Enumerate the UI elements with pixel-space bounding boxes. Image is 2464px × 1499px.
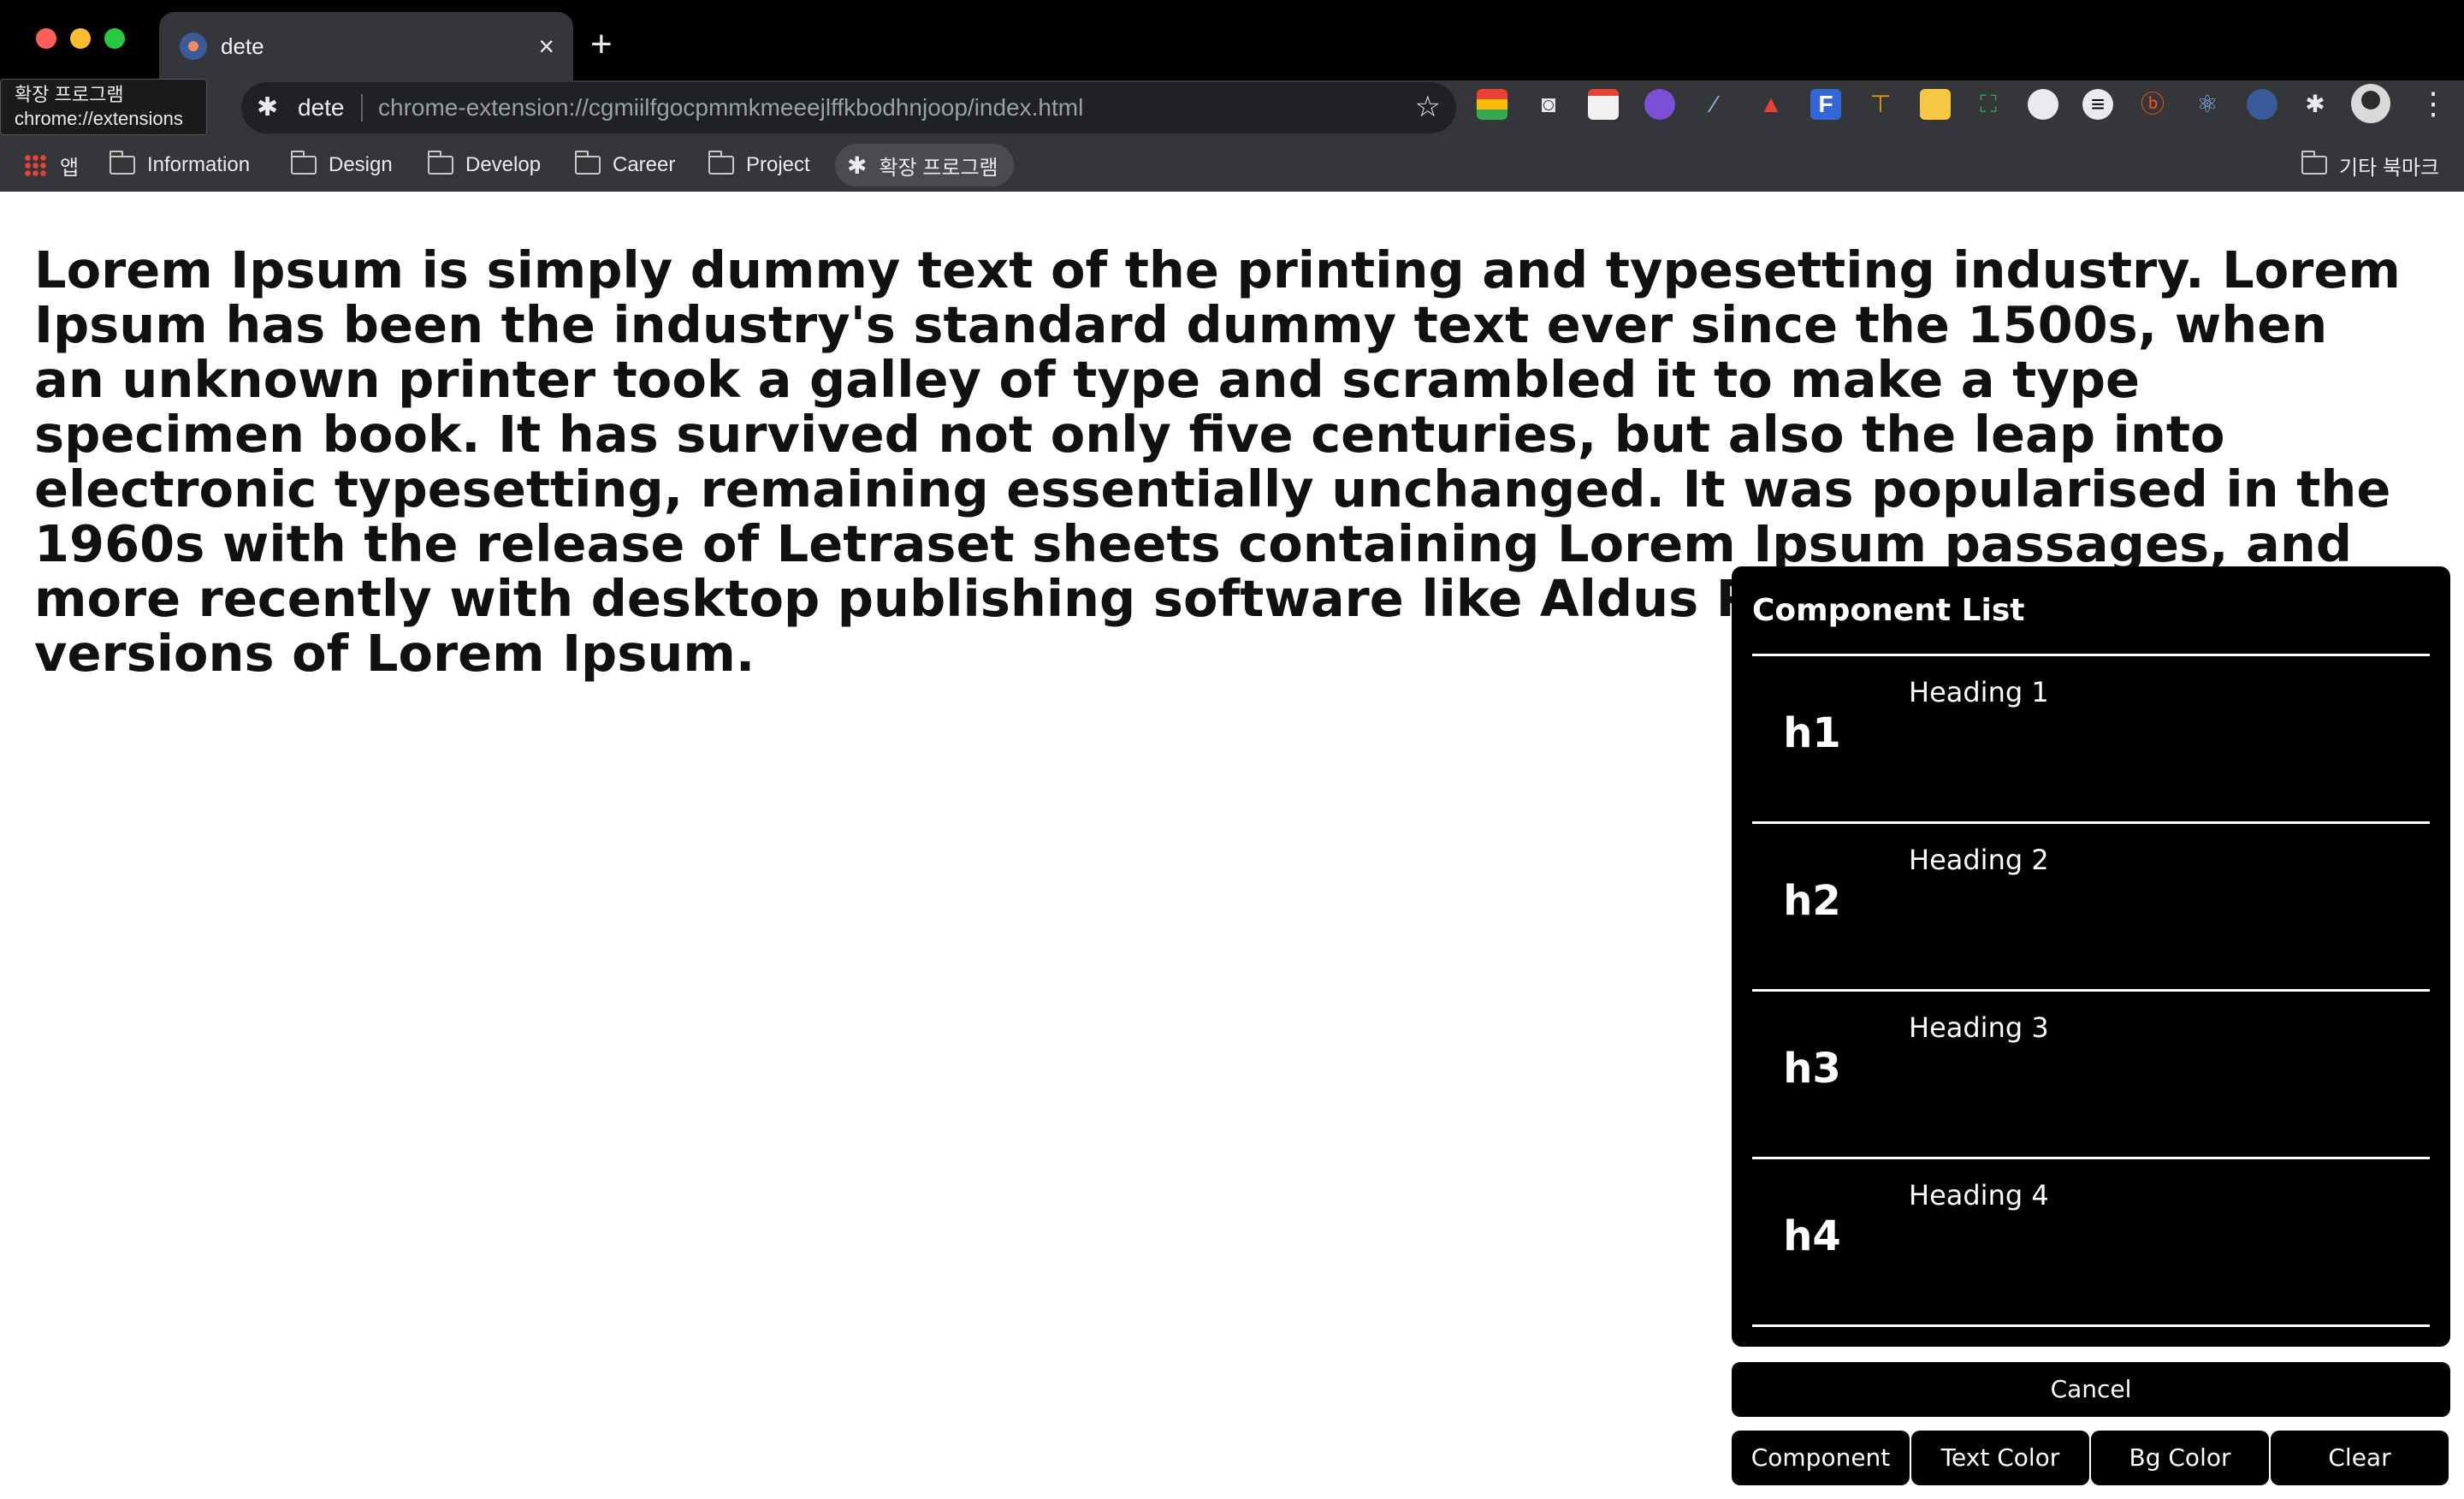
bookmark-folder-develop[interactable]: Develop	[428, 144, 541, 187]
component-button[interactable]: Component	[1732, 1431, 1910, 1485]
bookmarks-bar: 앱 Information Design Develop Career Proj…	[0, 139, 2464, 192]
tab-favicon-icon	[180, 33, 207, 60]
component-tag: h2	[1783, 877, 1841, 925]
bg-color-button[interactable]: Bg Color	[2091, 1431, 2269, 1485]
close-window-button[interactable]	[36, 28, 56, 49]
bookmark-folder-career[interactable]: Career	[575, 144, 675, 187]
avatar[interactable]	[2351, 84, 2390, 123]
extension-icon[interactable]	[1477, 89, 1507, 120]
bookmark-label: Career	[613, 153, 676, 176]
puzzle-icon[interactable]: ✱	[2300, 89, 2331, 120]
component-item-h2[interactable]: h2 Heading 2	[1752, 821, 2430, 989]
bookmark-other[interactable]: 기타 북마크	[2301, 144, 2439, 187]
panel-title: Component List	[1752, 593, 2025, 628]
bookmark-label: 기타 북마크	[2339, 156, 2440, 180]
bookmark-label: Information	[147, 153, 251, 176]
folder-icon	[2301, 151, 2327, 175]
folder-icon	[110, 151, 135, 175]
calendar-icon[interactable]	[1588, 89, 1619, 120]
component-label: Heading 2	[1909, 844, 2049, 876]
bookmark-folder-information[interactable]: Information	[110, 144, 250, 187]
extension-icon[interactable]	[2028, 89, 2058, 120]
tab-title: dete	[221, 33, 264, 59]
component-label: Heading 4	[1909, 1179, 2049, 1212]
extension-icon[interactable]	[2247, 89, 2277, 120]
new-tab-button[interactable]: +	[590, 21, 613, 68]
pen-icon[interactable]: ⁄	[1699, 89, 1730, 120]
clear-button[interactable]: Clear	[2271, 1431, 2449, 1485]
tooltip-url: chrome://extensions	[15, 108, 183, 129]
address-bar[interactable]: ✱ dete chrome-extension://cgmiilfgocpmmk…	[241, 82, 1456, 133]
bookmark-star-icon[interactable]: ☆	[1415, 89, 1441, 125]
bookmark-label: 확장 프로그램	[879, 156, 998, 180]
url-text[interactable]: chrome-extension://cgmiilfgocpmmkmeeejlf…	[378, 92, 1083, 124]
puzzle-icon: ✱	[847, 151, 868, 179]
site-name: dete	[298, 94, 345, 121]
folder-icon	[708, 151, 734, 175]
text-color-button[interactable]: Text Color	[1911, 1431, 2089, 1485]
extension-icon[interactable]: F	[1810, 89, 1841, 120]
apps-grid-icon	[24, 154, 46, 176]
extension-icon[interactable]: ≡	[2082, 89, 2113, 120]
bookmark-folder-design[interactable]: Design	[291, 144, 393, 187]
minimize-window-button[interactable]	[70, 28, 91, 49]
bookmark-label: Develop	[465, 153, 542, 176]
component-list-panel: Component List h1 Heading 1 h2 Heading 2…	[1732, 566, 2450, 1347]
component-tag: h3	[1783, 1045, 1841, 1093]
maximize-window-button[interactable]	[104, 28, 125, 49]
omnibox-divider	[361, 94, 363, 121]
tab-close-icon[interactable]: ×	[538, 29, 554, 63]
bookmark-label: 앱	[60, 156, 80, 180]
extension-icon[interactable]: ⊤	[1865, 89, 1896, 120]
folder-icon	[291, 151, 317, 175]
component-tag: h4	[1783, 1212, 1841, 1260]
component-label: Heading 3	[1909, 1011, 2049, 1044]
extension-icon[interactable]: ⓑ	[2137, 89, 2168, 120]
folder-icon	[428, 151, 453, 175]
bookmark-folder-project[interactable]: Project	[708, 144, 810, 187]
bookmark-apps[interactable]: 앱	[24, 144, 79, 187]
puzzle-icon: ✱	[257, 93, 279, 121]
menu-icon[interactable]: ⋮	[2418, 86, 2449, 121]
extensions-tooltip: 확장 프로그램 chrome://extensions	[0, 79, 207, 135]
component-label: Heading 1	[1909, 676, 2049, 708]
divider	[1752, 1324, 2430, 1327]
folder-icon	[575, 151, 601, 175]
extension-icon[interactable]: ▲	[1756, 89, 1786, 120]
component-item-h3[interactable]: h3 Heading 3	[1752, 989, 2430, 1157]
react-icon[interactable]: ⚛	[2192, 89, 2223, 120]
bookmark-extensions[interactable]: ✱ 확장 프로그램	[835, 144, 1014, 187]
extension-icon[interactable]	[1644, 89, 1675, 120]
extension-icon[interactable]	[1920, 89, 1951, 120]
bookmark-label: Design	[329, 153, 393, 176]
screenshot-icon[interactable]: ⛶	[1973, 89, 2004, 120]
component-item-h1[interactable]: h1 Heading 1	[1752, 654, 2430, 821]
tooltip-title: 확장 프로그램	[15, 84, 124, 105]
camera-icon[interactable]: ◙	[1533, 89, 1564, 120]
component-item-h4[interactable]: h4 Heading 4	[1752, 1157, 2430, 1324]
component-tag: h1	[1783, 709, 1841, 757]
cancel-button[interactable]: Cancel	[1732, 1362, 2450, 1417]
browser-tab[interactable]: dete ×	[159, 12, 573, 80]
bookmark-label: Project	[746, 153, 810, 176]
